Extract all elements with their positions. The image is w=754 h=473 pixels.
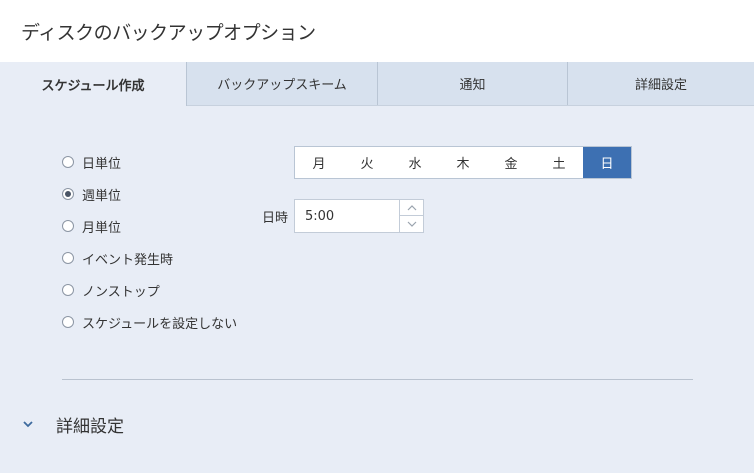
tab-advanced-settings[interactable]: 詳細設定 bbox=[568, 62, 754, 105]
day-thursday[interactable]: 木 bbox=[439, 147, 487, 178]
option-weekly-label: 週単位 bbox=[82, 188, 122, 204]
radio-monthly[interactable] bbox=[62, 220, 74, 232]
radio-daily[interactable] bbox=[62, 156, 74, 168]
option-monthly-label: 月単位 bbox=[82, 220, 122, 236]
option-on-event[interactable]: イベント発生時 bbox=[62, 248, 173, 268]
chevron-down-icon bbox=[23, 421, 33, 428]
chevron-up-icon bbox=[407, 204, 416, 210]
day-tuesday[interactable]: 火 bbox=[343, 147, 391, 178]
tab-bar: スケジュール作成 バックアップスキーム 通知 詳細設定 bbox=[0, 62, 754, 106]
day-sunday[interactable]: 日 bbox=[583, 147, 631, 178]
advanced-settings-toggle[interactable]: 詳細設定 bbox=[22, 412, 124, 437]
tab-schedule[interactable]: スケジュール作成 bbox=[0, 62, 187, 106]
option-no-schedule[interactable]: スケジュールを設定しない bbox=[62, 312, 237, 332]
title-bar: ディスクのバックアップオプション bbox=[0, 0, 754, 62]
time-input[interactable] bbox=[295, 200, 398, 232]
time-stepper bbox=[294, 199, 424, 233]
option-nonstop-label: ノンストップ bbox=[82, 284, 160, 300]
time-label: 日時 bbox=[262, 211, 289, 226]
tab-backup-scheme[interactable]: バックアップスキーム bbox=[187, 62, 378, 105]
option-daily-label: 日単位 bbox=[82, 156, 122, 172]
time-decrement-button[interactable] bbox=[399, 216, 423, 232]
option-no-schedule-label: スケジュールを設定しない bbox=[82, 316, 238, 332]
tab-notification[interactable]: 通知 bbox=[378, 62, 568, 105]
option-nonstop[interactable]: ノンストップ bbox=[62, 280, 160, 300]
option-weekly[interactable]: 週単位 bbox=[62, 184, 121, 204]
day-monday[interactable]: 月 bbox=[295, 147, 343, 178]
option-monthly[interactable]: 月単位 bbox=[62, 216, 121, 236]
day-saturday[interactable]: 土 bbox=[535, 147, 583, 178]
time-increment-button[interactable] bbox=[399, 200, 423, 216]
window-title: ディスクのバックアップオプション bbox=[21, 22, 316, 44]
chevron-down-icon bbox=[407, 221, 416, 227]
radio-on-event[interactable] bbox=[62, 252, 74, 264]
weekday-selector: 月 火 水 木 金 土 日 bbox=[294, 146, 632, 179]
radio-weekly[interactable] bbox=[62, 188, 74, 200]
day-friday[interactable]: 金 bbox=[487, 147, 535, 178]
day-wednesday[interactable]: 水 bbox=[391, 147, 439, 178]
advanced-settings-label: 詳細設定 bbox=[56, 416, 124, 437]
radio-no-schedule[interactable] bbox=[62, 316, 74, 328]
option-daily[interactable]: 日単位 bbox=[62, 152, 121, 172]
section-divider bbox=[62, 379, 693, 380]
radio-nonstop[interactable] bbox=[62, 284, 74, 296]
option-on-event-label: イベント発生時 bbox=[82, 252, 174, 268]
